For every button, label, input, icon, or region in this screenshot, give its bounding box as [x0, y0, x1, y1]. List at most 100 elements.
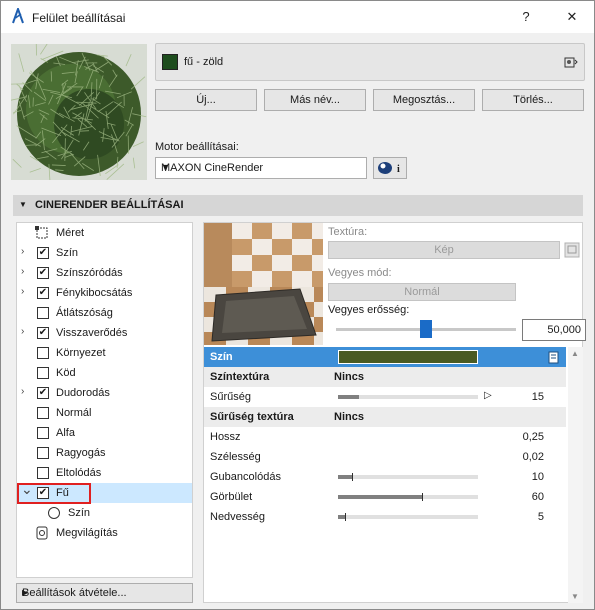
texture-label: Textúra: — [328, 226, 368, 238]
checkbox[interactable]: ✔ — [37, 327, 49, 339]
share-button[interactable]: Megosztás... — [373, 89, 475, 111]
texture-browse-icon[interactable] — [564, 242, 580, 258]
property-row[interactable]: Nedvesség 5 — [204, 507, 566, 527]
tree-item[interactable]: Ragyogás — [17, 443, 192, 463]
tree-item[interactable]: › ✔ Színszóródás — [17, 263, 192, 283]
property-row[interactable]: Színtextúra Nincs — [204, 367, 566, 387]
engine-select[interactable]: MAXON CineRender ▼ — [155, 157, 367, 179]
archicad-logo-icon — [12, 8, 24, 24]
checkbox[interactable]: ✔ — [37, 267, 49, 279]
checkbox[interactable] — [37, 307, 49, 319]
texture-image-button[interactable]: Kép — [328, 241, 560, 259]
color-property-row[interactable]: Szín — [204, 347, 566, 367]
tree-item[interactable]: Normál — [17, 403, 192, 423]
property-row[interactable]: Görbület 60 — [204, 487, 566, 507]
chevron-right-icon[interactable]: › — [21, 286, 31, 297]
tree-item-label: Köd — [56, 367, 76, 379]
tree-item[interactable]: › ✔ Fénykibocsátás — [17, 283, 192, 303]
tree-item[interactable]: Környezet — [17, 343, 192, 363]
mix-strength-input[interactable]: 50,000 — [522, 319, 586, 341]
checkbox[interactable]: ✔ — [37, 287, 49, 299]
size-icon — [35, 226, 49, 240]
close-button[interactable]: ✕ — [550, 1, 594, 33]
tree-item[interactable]: Köd — [17, 363, 192, 383]
scroll-up-icon[interactable]: ▲ — [571, 349, 579, 358]
chevron-right-icon[interactable]: › — [21, 266, 31, 277]
title-bar: Felület beállításai ? ✕ — [1, 1, 594, 33]
tree-item[interactable]: › ✔ Dudorodás — [17, 383, 192, 403]
properties-scrollbar[interactable]: ▲ ▼ — [568, 347, 583, 603]
property-row[interactable]: Gubancolódás 10 — [204, 467, 566, 487]
checkbox[interactable] — [37, 347, 49, 359]
tree-item[interactable]: Alfa — [17, 423, 192, 443]
play-arrow-icon: ▶ — [22, 588, 29, 597]
property-slider[interactable] — [338, 513, 478, 521]
property-number[interactable]: 0,02 — [523, 451, 544, 463]
property-label: Sűrűség textúra — [210, 411, 294, 423]
checkbox[interactable]: ✔ — [37, 387, 49, 399]
transfer-settings-button[interactable]: Beállítások átvétele... ▶ — [16, 583, 193, 603]
tree-item[interactable]: Megvilágítás — [17, 523, 192, 543]
delete-button[interactable]: Törlés... — [482, 89, 584, 111]
tree-item[interactable]: Átlátszóság — [17, 303, 192, 323]
property-value: Nincs — [334, 371, 364, 383]
property-label: Nedvesség — [210, 511, 266, 523]
new-button[interactable]: Új... — [155, 89, 257, 111]
channel-settings-panel: Textúra: Kép Vegyes mód: Normál Vegyes e… — [203, 222, 586, 603]
tree-item-label: Színszóródás — [56, 267, 123, 279]
property-slider[interactable] — [338, 395, 478, 399]
property-number[interactable]: 10 — [532, 471, 544, 483]
checkbox[interactable] — [37, 407, 49, 419]
checkbox[interactable]: ✔ — [37, 247, 49, 259]
material-preview-image — [204, 223, 323, 345]
tree-item-label: Átlátszóság — [56, 307, 113, 319]
cinerender-logo-icon: i — [378, 162, 400, 175]
property-row[interactable]: Szélesség 0,02 — [204, 447, 566, 467]
property-row[interactable]: Sűrűség ▷ 15 — [204, 387, 566, 407]
property-row[interactable]: Sűrűség textúra Nincs — [204, 407, 566, 427]
surface-settings-dialog: Felület beállításai ? ✕ fű - zöld Új... … — [0, 0, 595, 610]
tree-item[interactable]: › ✔ Visszaverődés — [17, 323, 192, 343]
property-slider[interactable] — [338, 493, 478, 501]
chevron-right-icon[interactable]: › — [21, 386, 31, 397]
surface-name-box[interactable]: fű - zöld — [155, 43, 585, 81]
checkbox[interactable] — [37, 467, 49, 479]
property-slider[interactable] — [338, 473, 478, 481]
lighting-icon — [35, 526, 49, 540]
chevron-right-icon[interactable]: › — [21, 246, 31, 257]
property-label: Sűrűség — [210, 391, 251, 403]
color-bar[interactable] — [338, 350, 478, 364]
tree-item[interactable]: Eltolódás — [17, 463, 192, 483]
surface-color-swatch[interactable] — [162, 54, 178, 70]
tree-item[interactable]: › ✔ Szín — [17, 243, 192, 263]
tree-item[interactable]: Szín — [17, 503, 192, 523]
tree-item-label: Méret — [56, 227, 85, 239]
surface-preview-image — [11, 44, 147, 180]
svg-text:i: i — [397, 164, 400, 175]
mix-mode-select[interactable]: Normál — [328, 283, 516, 301]
cinerender-section-header[interactable]: ▼ CINERENDER BEÁLLÍTÁSAI — [13, 195, 583, 216]
engine-info-button[interactable]: i — [373, 157, 407, 179]
tree-item-label: Ragyogás — [56, 447, 106, 459]
selection-highlight — [17, 483, 91, 504]
property-number[interactable]: 15 — [532, 391, 544, 403]
property-row[interactable]: Hossz 0,25 — [204, 427, 566, 447]
help-button[interactable]: ? — [504, 1, 548, 33]
section-title: CINERENDER BEÁLLÍTÁSAI — [35, 199, 184, 211]
property-number[interactable]: 0,25 — [523, 431, 544, 443]
chevron-right-icon[interactable]: › — [21, 326, 31, 337]
scroll-down-icon[interactable]: ▼ — [571, 592, 579, 601]
material-catalog-icon[interactable] — [564, 55, 578, 69]
property-number[interactable]: 60 — [532, 491, 544, 503]
property-number[interactable]: 5 — [538, 511, 544, 523]
texture-stack-icon[interactable] — [548, 350, 560, 364]
slider-arrow-icon[interactable]: ▷ — [484, 390, 492, 401]
mix-strength-slider-thumb[interactable] — [420, 320, 432, 338]
rename-button[interactable]: Más név... — [264, 89, 366, 111]
window-title: Felület beállításai — [32, 11, 126, 25]
checkbox[interactable] — [37, 367, 49, 379]
checkbox[interactable] — [37, 427, 49, 439]
checkbox[interactable] — [37, 447, 49, 459]
tree-item[interactable]: Méret — [17, 223, 192, 243]
radio-icon — [47, 506, 61, 520]
